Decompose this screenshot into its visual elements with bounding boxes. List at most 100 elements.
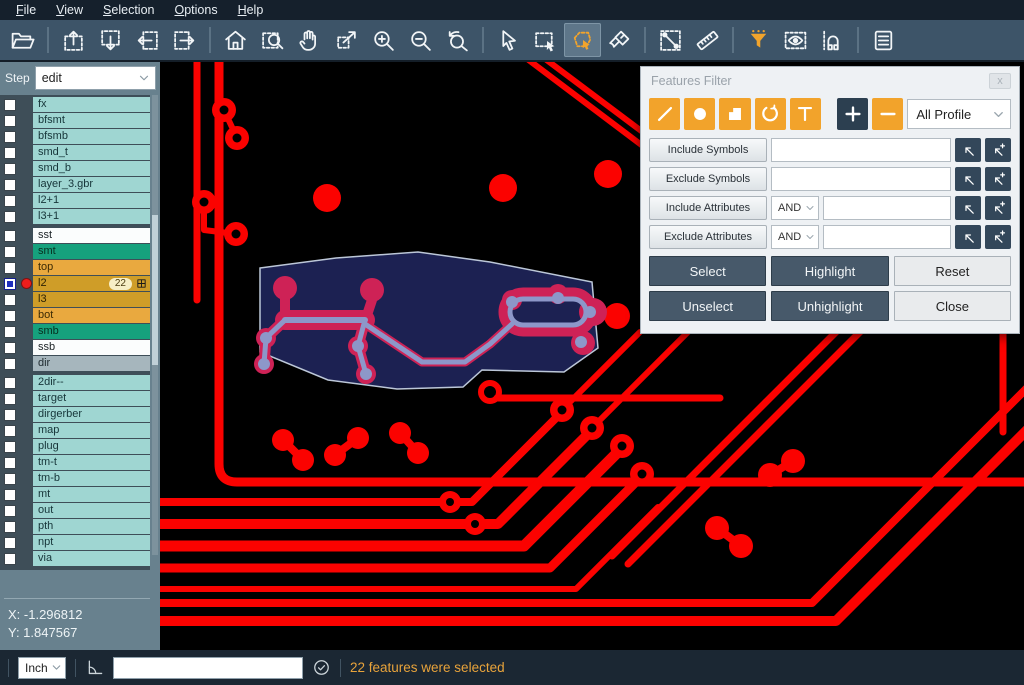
zoom-window-button[interactable]	[254, 23, 291, 57]
layer-name[interactable]: dirgerber	[33, 407, 150, 422]
dialog-close-button[interactable]: x	[989, 73, 1011, 89]
layer-name[interactable]: layer_3.gbr	[33, 177, 150, 192]
layer-checkbox[interactable]	[4, 457, 16, 469]
layers-panel-button[interactable]	[865, 23, 902, 57]
layer-name[interactable]: smb	[33, 324, 150, 339]
layer-checkbox[interactable]	[4, 99, 16, 111]
pan-right-button[interactable]	[166, 23, 203, 57]
include-symbols-input[interactable]	[771, 138, 951, 162]
zoom-in-button[interactable]	[365, 23, 402, 57]
layer-checkbox[interactable]	[4, 473, 16, 485]
layer-name[interactable]: l3+1	[33, 209, 150, 224]
layer-name[interactable]: via	[33, 551, 150, 566]
measure-points-button[interactable]	[652, 23, 689, 57]
layer-checkbox[interactable]	[4, 358, 16, 370]
layer-checkbox[interactable]	[4, 246, 16, 258]
unit-select[interactable]: Inch	[18, 657, 66, 679]
unselect-button[interactable]: Unselect	[649, 291, 766, 321]
layer-name[interactable]: top	[33, 260, 150, 275]
exclude-symbols-button[interactable]: Exclude Symbols	[649, 167, 767, 191]
exclude-attributes-pick-add-button[interactable]	[985, 225, 1011, 249]
exclude-symbols-input[interactable]	[771, 167, 951, 191]
layer-name[interactable]: out	[33, 503, 150, 518]
filter-add-button[interactable]	[837, 98, 868, 130]
layer-checkbox[interactable]	[4, 489, 16, 501]
snap-button[interactable]	[814, 23, 851, 57]
filter-remove-button[interactable]	[872, 98, 903, 130]
select-pointer-button[interactable]	[490, 23, 527, 57]
layer-name[interactable]: bfsmt	[33, 113, 150, 128]
layer-checkbox[interactable]	[4, 409, 16, 421]
include-symbols-pick-add-button[interactable]	[985, 138, 1011, 162]
menu-help[interactable]: Help	[228, 0, 274, 20]
scrollbar-thumb[interactable]	[152, 215, 158, 365]
layer-checkbox[interactable]	[4, 211, 16, 223]
clear-highlight-button[interactable]	[601, 23, 638, 57]
zoom-selection-button[interactable]	[328, 23, 365, 57]
layer-name[interactable]: smd_t	[33, 145, 150, 160]
include-attributes-input[interactable]	[823, 196, 951, 220]
filter-arcs-button[interactable]	[755, 98, 786, 130]
select-button[interactable]: Select	[649, 256, 766, 286]
menu-file[interactable]: File	[6, 0, 46, 20]
layer-name[interactable]: ssb	[33, 340, 150, 355]
selection-region[interactable]	[254, 252, 607, 389]
angle-mode-icon[interactable]	[85, 658, 104, 677]
menu-options[interactable]: Options	[164, 0, 227, 20]
layer-checkbox[interactable]	[4, 115, 16, 127]
layer-name[interactable]: smd_b	[33, 161, 150, 176]
layer-checkbox[interactable]	[4, 195, 16, 207]
layer-name[interactable]: target	[33, 391, 150, 406]
zoom-previous-button[interactable]	[439, 23, 476, 57]
menu-selection[interactable]: Selection	[93, 0, 164, 20]
zoom-home-button[interactable]	[217, 23, 254, 57]
layer-checkbox[interactable]	[4, 342, 16, 354]
layer-name[interactable]: tm-t	[33, 455, 150, 470]
include-attributes-button[interactable]: Include Attributes	[649, 196, 767, 220]
layer-checkbox[interactable]	[4, 425, 16, 437]
layer-checkbox[interactable]	[4, 163, 16, 175]
layer-checkbox[interactable]	[4, 393, 16, 405]
layer-name[interactable]: fx	[33, 97, 150, 112]
profile-select[interactable]: All Profile	[907, 99, 1011, 129]
layer-name[interactable]: sst	[33, 228, 150, 243]
zoom-out-button[interactable]	[402, 23, 439, 57]
layer-checkbox[interactable]	[4, 179, 16, 191]
layer-checkbox[interactable]	[4, 521, 16, 533]
exclude-attributes-pick-button[interactable]	[955, 225, 981, 249]
select-rectangle-button[interactable]	[527, 23, 564, 57]
pan-left-button[interactable]	[129, 23, 166, 57]
menu-view[interactable]: View	[46, 0, 93, 20]
layer-checkbox[interactable]	[4, 326, 16, 338]
layer-checkbox[interactable]	[4, 505, 16, 517]
layer-checkbox[interactable]	[4, 537, 16, 549]
include-symbols-button[interactable]: Include Symbols	[649, 138, 767, 162]
exclude-symbols-pick-add-button[interactable]	[985, 167, 1011, 191]
step-select[interactable]: edit	[35, 66, 156, 90]
include-attributes-and-select[interactable]: AND	[771, 196, 819, 220]
open-button[interactable]	[4, 23, 41, 57]
exclude-attributes-button[interactable]: Exclude Attributes	[649, 225, 767, 249]
command-input[interactable]	[113, 657, 303, 679]
layer-name[interactable]: l3	[33, 292, 150, 307]
exclude-symbols-pick-button[interactable]	[955, 167, 981, 191]
layer-name[interactable]: bot	[33, 308, 150, 323]
layer-name[interactable]: map	[33, 423, 150, 438]
layer-name[interactable]: 2dir--	[33, 375, 150, 390]
include-attributes-pick-add-button[interactable]	[985, 196, 1011, 220]
dialog-titlebar[interactable]: Features Filter	[649, 67, 1011, 94]
close-button[interactable]: Close	[894, 291, 1011, 321]
include-attributes-pick-button[interactable]	[955, 196, 981, 220]
layer-checkbox[interactable]	[4, 294, 16, 306]
unhighlight-button[interactable]: Unhighlight	[771, 291, 888, 321]
pan-hand-button[interactable]	[291, 23, 328, 57]
layer-name[interactable]: l2+1	[33, 193, 150, 208]
layer-name[interactable]: mt	[33, 487, 150, 502]
layer-checkbox[interactable]	[4, 553, 16, 565]
select-polygon-button[interactable]	[564, 23, 601, 57]
layer-name[interactable]: l222	[33, 276, 150, 291]
layer-name[interactable]: npt	[33, 535, 150, 550]
layer-checkbox[interactable]	[4, 377, 16, 389]
confirm-circle-icon[interactable]	[312, 658, 331, 677]
include-symbols-pick-button[interactable]	[955, 138, 981, 162]
